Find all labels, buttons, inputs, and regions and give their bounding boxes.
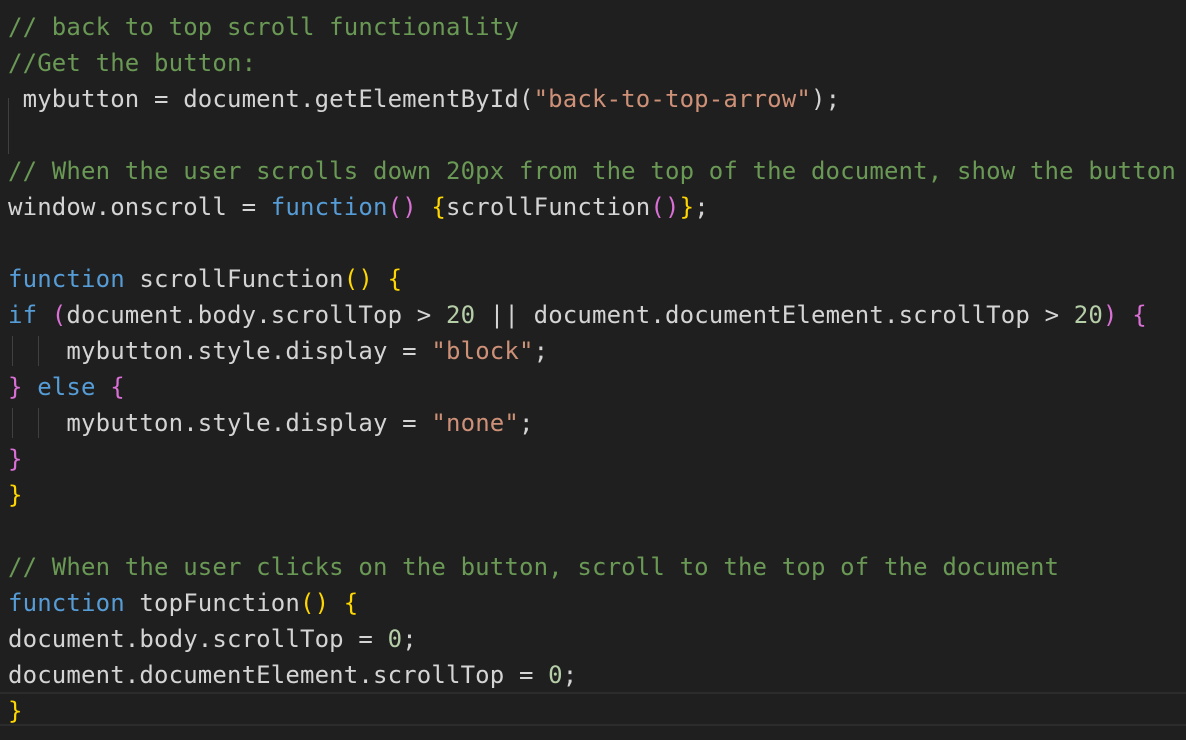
code-line[interactable]: document.documentElement.scrollTop = 0; (8, 657, 577, 693)
code-token: mybutton.style.display = (8, 337, 432, 365)
code-token: 0 (548, 661, 563, 689)
code-line[interactable]: // When the user scrolls down 20px from … (8, 153, 1176, 189)
code-token: document.body.scrollTop > (66, 301, 446, 329)
code-token: ; (533, 337, 549, 365)
code-token: topFunction (124, 589, 300, 617)
code-token: } (8, 481, 23, 509)
code-line[interactable]: } (8, 441, 23, 477)
code-line[interactable]: //Get the button: (8, 45, 256, 81)
code-token: 0 (387, 625, 403, 653)
code-token: ); (810, 85, 841, 113)
code-token: 20 (1073, 301, 1103, 329)
code-token: ) (1102, 301, 1118, 329)
code-line[interactable]: // When the user clicks on the button, s… (8, 549, 1059, 585)
code-token: "none" (431, 409, 519, 437)
code-line[interactable]: if (document.body.scrollTop > 20 || docu… (8, 297, 1147, 333)
code-token: "block" (431, 337, 534, 365)
code-editor[interactable]: // back to top scroll functionality //Get… (0, 0, 1186, 740)
code-token: } (8, 373, 23, 401)
code-token: ( (37, 301, 67, 329)
code-line[interactable]: } (8, 477, 23, 513)
code-token: mybutton = document.getElementById( (8, 85, 534, 113)
code-token: mybutton.style.display = (8, 409, 432, 437)
code-line[interactable]: } (8, 693, 23, 729)
code-token: document.documentElement.scrollTop = (8, 661, 549, 689)
code-token: if (8, 301, 38, 329)
code-token: } (8, 697, 23, 725)
code-token: // When the user scrolls down 20px from … (8, 157, 1176, 185)
code-token: () (387, 193, 432, 221)
code-token: } (679, 193, 695, 221)
code-token: "back-to-top-arrow" (533, 85, 811, 113)
code-token: document.body.scrollTop = (8, 625, 388, 653)
code-token: scrollFunction (124, 265, 344, 293)
code-token: ; (402, 625, 417, 653)
code-line[interactable]: window.onscroll = function() {scrollFunc… (8, 189, 709, 225)
code-token: () (650, 193, 680, 221)
code-token: } (8, 445, 23, 473)
code-token: { (431, 193, 447, 221)
code-token: function (8, 265, 125, 293)
code-token: 20 (446, 301, 476, 329)
code-line[interactable]: // back to top scroll functionality (8, 9, 519, 45)
code-token: || document.documentElement.scrollTop > (475, 301, 1074, 329)
code-token: function (270, 193, 388, 221)
code-token: () { (300, 589, 359, 617)
code-line[interactable]: } else { (8, 369, 125, 405)
code-line[interactable]: function scrollFunction() { (8, 261, 402, 297)
code-line[interactable]: mybutton = document.getElementById("back… (8, 81, 840, 117)
code-token: // back to top scroll functionality (8, 13, 519, 41)
code-token: ; (519, 409, 534, 437)
code-token: //Get the button: (8, 49, 257, 77)
code-line[interactable]: mybutton.style.display = "block"; (8, 333, 548, 369)
code-line[interactable]: mybutton.style.display = "none"; (8, 405, 534, 441)
code-line[interactable]: document.body.scrollTop = 0; (8, 621, 417, 657)
code-line[interactable]: function topFunction() { (8, 585, 358, 621)
current-line-highlight (0, 692, 1186, 726)
code-token: scrollFunction (446, 193, 651, 221)
code-token: // When the user clicks on the button, s… (8, 553, 1060, 581)
code-token: ; (562, 661, 578, 689)
code-token: function (8, 589, 125, 617)
code-token: else (22, 373, 111, 401)
code-token: window.onscroll = (8, 193, 271, 221)
code-token: ; (694, 193, 709, 221)
code-token: { (110, 373, 125, 401)
code-token: () { (343, 265, 403, 293)
code-token: { (1117, 301, 1147, 329)
